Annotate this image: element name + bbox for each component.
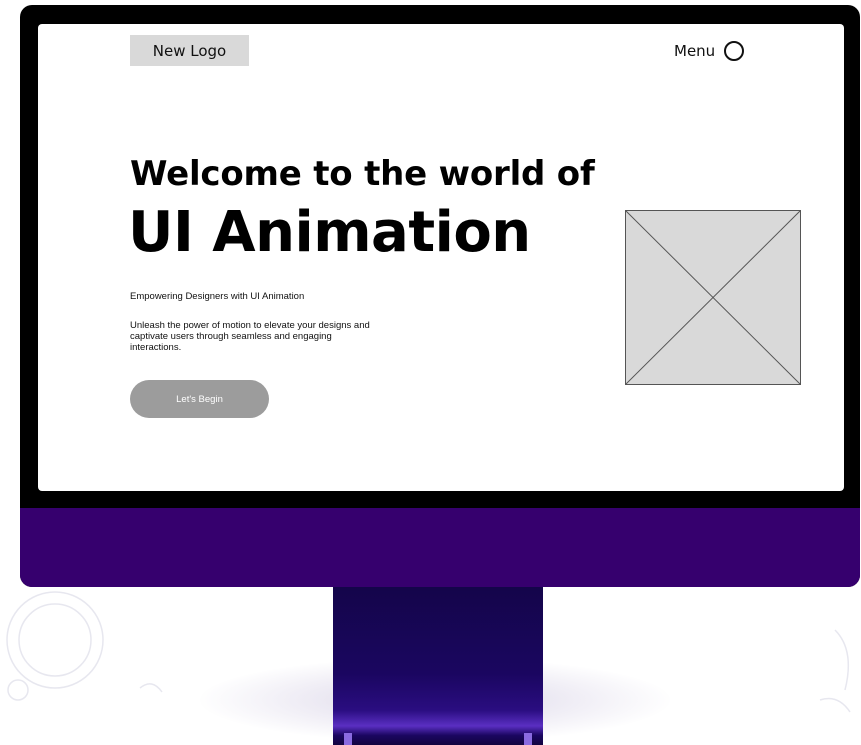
hero-title-line2: UI Animation — [128, 200, 531, 265]
hero-title-line1: Welcome to the world of — [130, 154, 595, 194]
stand-foot — [344, 733, 352, 745]
monitor-stand — [333, 586, 543, 745]
monitor: New Logo Menu Welcome to the world of UI… — [20, 5, 860, 587]
monitor-screen: New Logo Menu Welcome to the world of UI… — [38, 24, 844, 491]
menu-label: Menu — [674, 42, 716, 60]
site-logo[interactable]: New Logo — [130, 35, 249, 66]
hero-subheading: Empowering Designers with UI Animation — [130, 291, 305, 302]
circle-icon — [724, 41, 745, 61]
stand-foot — [524, 733, 532, 745]
image-placeholder-icon — [625, 210, 801, 385]
hero-description: Unleash the power of motion to elevate y… — [130, 320, 370, 353]
menu-button[interactable]: Menu — [674, 39, 745, 63]
lets-begin-button[interactable]: Let's Begin — [130, 380, 269, 418]
monitor-chin — [20, 508, 860, 587]
